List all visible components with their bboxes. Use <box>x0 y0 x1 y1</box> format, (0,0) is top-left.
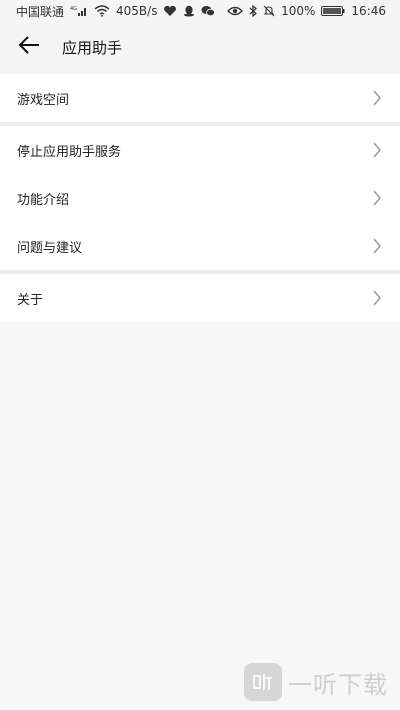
menu-item-label: 功能介绍 <box>17 192 70 208</box>
chevron-right-icon <box>372 190 382 206</box>
menu-item-label: 关于 <box>17 292 44 308</box>
menu-group-3: 关于 <box>0 274 400 322</box>
menu-group-2: 停止应用助手服务 功能介绍 问题与建议 <box>0 126 400 270</box>
chevron-right-icon <box>372 290 382 306</box>
status-bar-left: 中国联通 4G 405B/s <box>16 3 216 20</box>
network-speed: 405B/s <box>116 4 158 18</box>
mute-bell-icon <box>263 5 275 17</box>
menu-item-stop-service[interactable]: 停止应用助手服务 <box>0 126 400 174</box>
app-bar: 应用助手 <box>0 22 400 72</box>
wechat-icon <box>201 5 216 17</box>
chevron-right-icon <box>372 142 382 158</box>
menu-item-label: 游戏空间 <box>17 92 70 108</box>
watermark: 一听下载 <box>238 654 400 710</box>
watermark-logo-icon <box>244 663 282 701</box>
page-title: 应用助手 <box>62 38 123 57</box>
eye-icon <box>227 5 244 17</box>
arrow-left-icon <box>18 36 40 58</box>
qq-icon <box>183 5 195 17</box>
status-bar: 中国联通 4G 405B/s 100% 16:46 <box>0 0 400 22</box>
menu-item-feedback[interactable]: 问题与建议 <box>0 222 400 270</box>
chevron-right-icon <box>372 90 382 106</box>
clock-time: 16:46 <box>351 4 386 18</box>
menu-item-about[interactable]: 关于 <box>0 274 400 322</box>
svg-text:4G: 4G <box>70 6 77 12</box>
menu-item-label: 停止应用助手服务 <box>17 144 122 160</box>
menu-item-game-space[interactable]: 游戏空间 <box>0 74 400 122</box>
carrier-name: 中国联通 <box>16 4 65 19</box>
watermark-text: 一听下载 <box>288 670 388 699</box>
chevron-right-icon <box>372 238 382 254</box>
signal-icon: 4G <box>70 5 88 17</box>
bluetooth-icon <box>249 5 258 17</box>
menu-group-1: 游戏空间 <box>0 74 400 122</box>
heart-health-icon <box>163 5 177 17</box>
empty-content-area <box>0 322 400 710</box>
wifi-icon <box>94 5 110 17</box>
menu-item-label: 问题与建议 <box>17 240 83 256</box>
status-bar-right: 100% 16:46 <box>227 4 386 18</box>
battery-percent: 100% <box>281 4 316 18</box>
back-button[interactable] <box>0 22 58 72</box>
battery-icon <box>321 5 345 17</box>
menu-item-feature-intro[interactable]: 功能介绍 <box>0 174 400 222</box>
